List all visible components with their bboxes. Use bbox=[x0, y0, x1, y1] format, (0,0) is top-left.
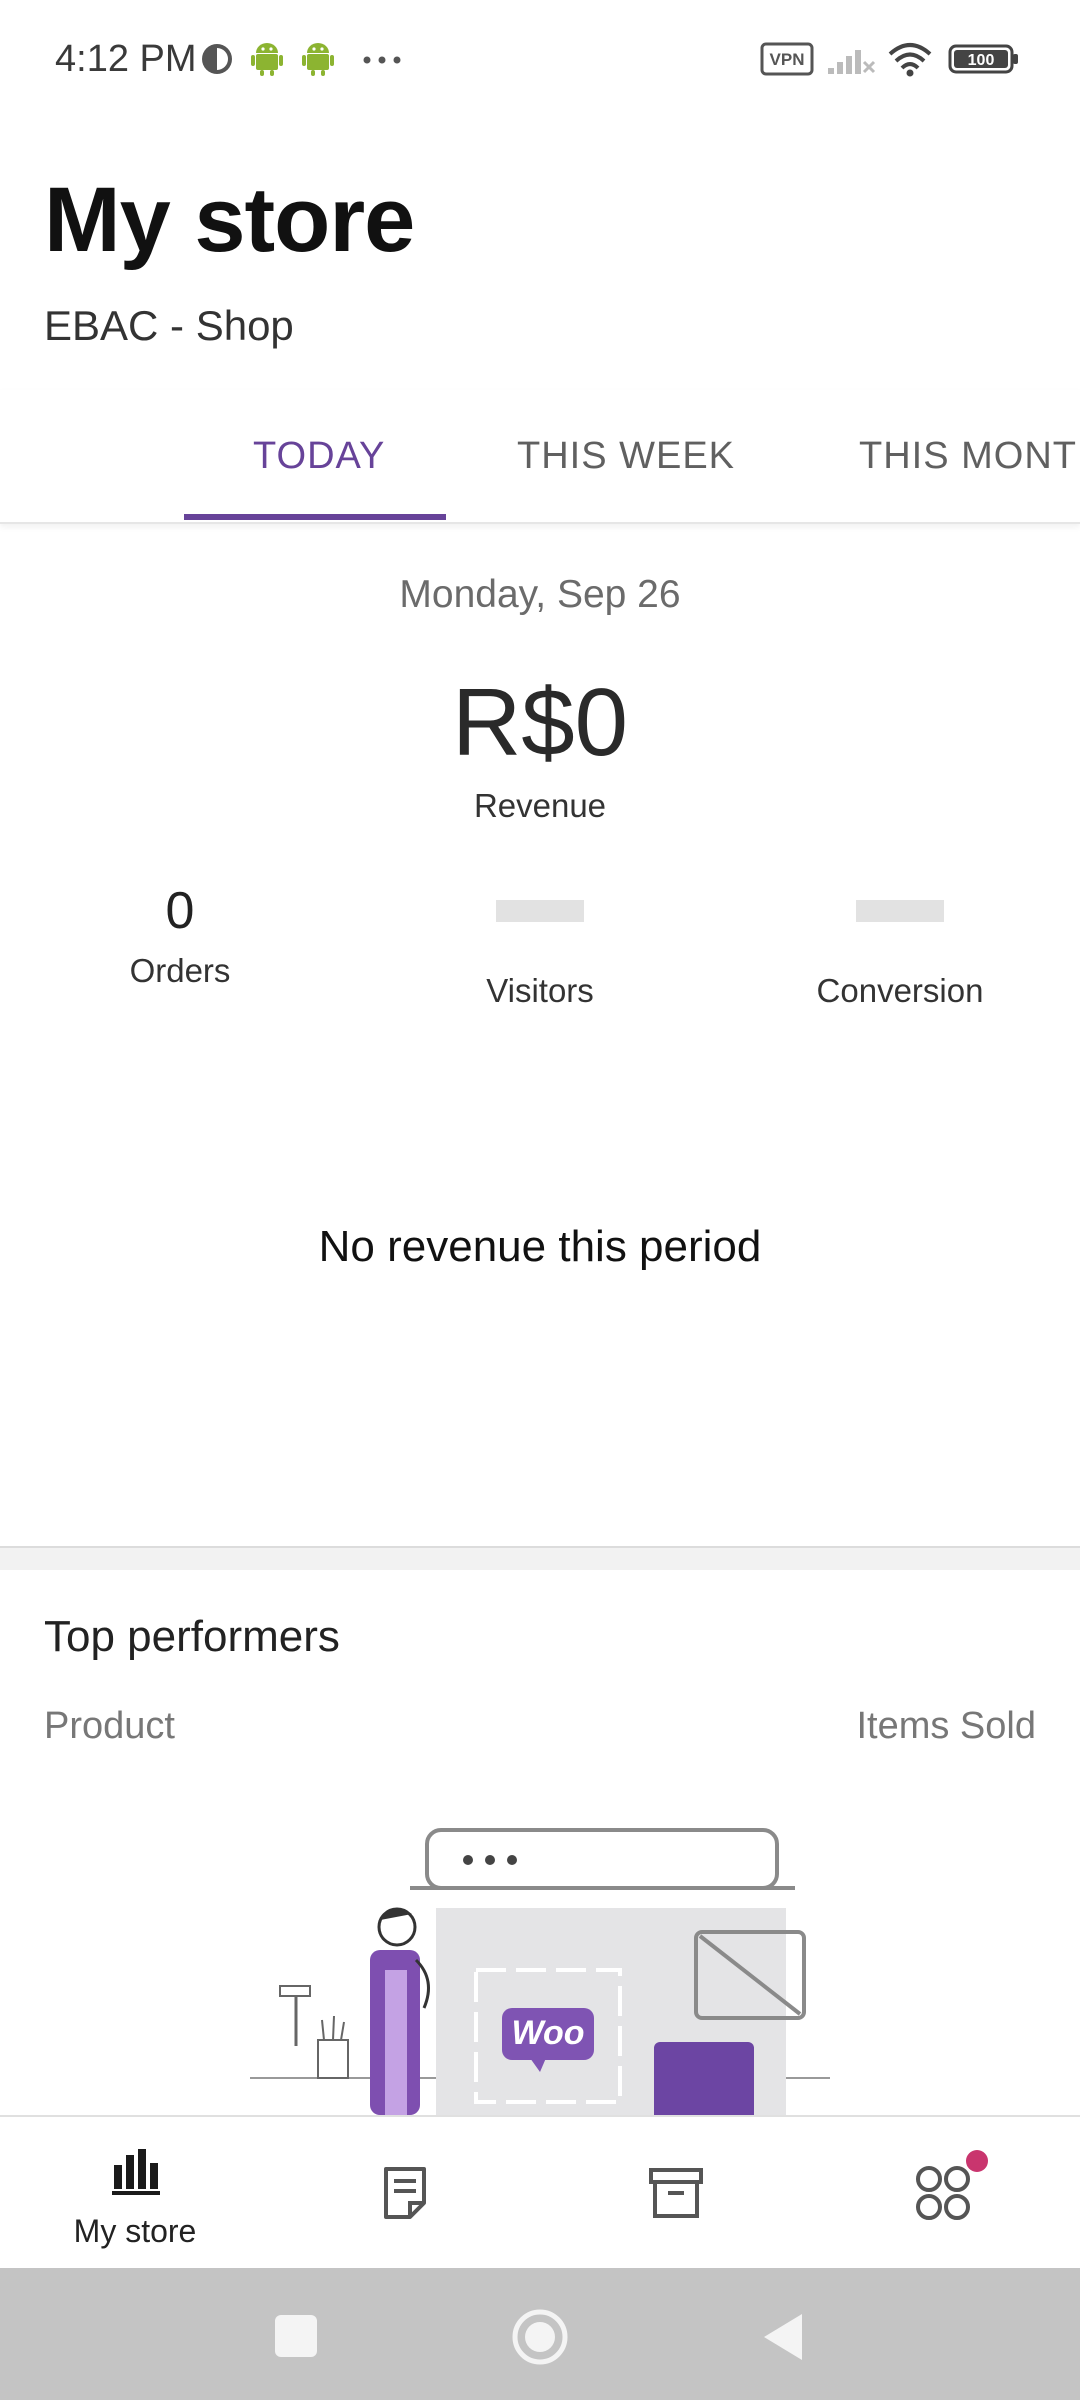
android-icon bbox=[301, 40, 335, 81]
items-sold-column-header: Items Sold bbox=[856, 1705, 1036, 1747]
conversion-loading-placeholder bbox=[856, 900, 944, 922]
top-performers-title: Top performers bbox=[44, 1612, 340, 1661]
home-button[interactable] bbox=[511, 2308, 569, 2371]
no-revenue-message: No revenue this period bbox=[318, 1222, 762, 1271]
orders-label: Orders bbox=[129, 952, 231, 989]
back-button[interactable] bbox=[762, 2312, 806, 2367]
empty-top-performers-illustration: Woo bbox=[240, 1810, 840, 2115]
recent-apps-button[interactable] bbox=[275, 2315, 317, 2357]
product-column-header: Product bbox=[44, 1705, 175, 1747]
svg-text:100: 100 bbox=[968, 52, 995, 69]
revenue-value: R$0 bbox=[451, 669, 629, 776]
conversion-label: Conversion bbox=[816, 972, 984, 1009]
vpn-icon: VPN bbox=[760, 42, 814, 81]
tab-this-week[interactable]: THIS WEEK bbox=[517, 435, 735, 478]
cellular-signal-icon bbox=[826, 44, 876, 81]
visitors-loading-placeholder bbox=[496, 900, 584, 922]
nav-my-store[interactable]: My store bbox=[0, 2117, 270, 2270]
android-icon bbox=[250, 40, 284, 81]
svg-text:Woo: Woo bbox=[511, 2014, 584, 2052]
nav-label-my-store: My store bbox=[73, 2213, 197, 2249]
more-notifications-icon bbox=[362, 52, 402, 70]
bottom-navigation: My store bbox=[0, 2115, 1080, 2270]
orders-value: 0 bbox=[165, 882, 195, 940]
active-tab-indicator bbox=[184, 514, 446, 520]
tab-today[interactable]: TODAY bbox=[253, 435, 385, 478]
battery-icon: 100 bbox=[948, 44, 1020, 79]
system-navigation-bar bbox=[0, 2268, 1080, 2400]
conversion-stat: Conversion bbox=[750, 880, 1050, 1010]
wifi-icon bbox=[886, 40, 934, 83]
status-bar: 4:12 PM VPN 100 bbox=[0, 0, 1080, 120]
visitors-label: Visitors bbox=[486, 972, 594, 1009]
nav-products[interactable] bbox=[540, 2117, 810, 2270]
stats-date: Monday, Sep 26 bbox=[399, 573, 681, 616]
notification-badge bbox=[966, 2150, 988, 2172]
products-icon bbox=[648, 2167, 704, 2224]
tab-this-month[interactable]: THIS MONTH bbox=[859, 435, 1080, 478]
orders-icon bbox=[380, 2165, 430, 2226]
visitors-stat: Visitors bbox=[390, 880, 690, 1010]
data-saver-icon bbox=[200, 42, 234, 81]
more-menu-icon bbox=[914, 2161, 976, 2228]
nav-more-menu[interactable] bbox=[810, 2117, 1080, 2270]
bar-chart-icon bbox=[110, 2145, 160, 2200]
store-name: EBAC - Shop bbox=[44, 302, 294, 349]
orders-stat: 0 Orders bbox=[30, 880, 330, 990]
revenue-label: Revenue bbox=[473, 787, 607, 824]
page-title: My store bbox=[44, 169, 415, 271]
status-time: 4:12 PM bbox=[55, 38, 197, 80]
period-tabs: TODAY THIS WEEK THIS MONTH bbox=[0, 390, 1080, 524]
svg-text:VPN: VPN bbox=[770, 50, 805, 69]
nav-orders[interactable] bbox=[270, 2117, 540, 2270]
section-divider bbox=[0, 1546, 1080, 1570]
